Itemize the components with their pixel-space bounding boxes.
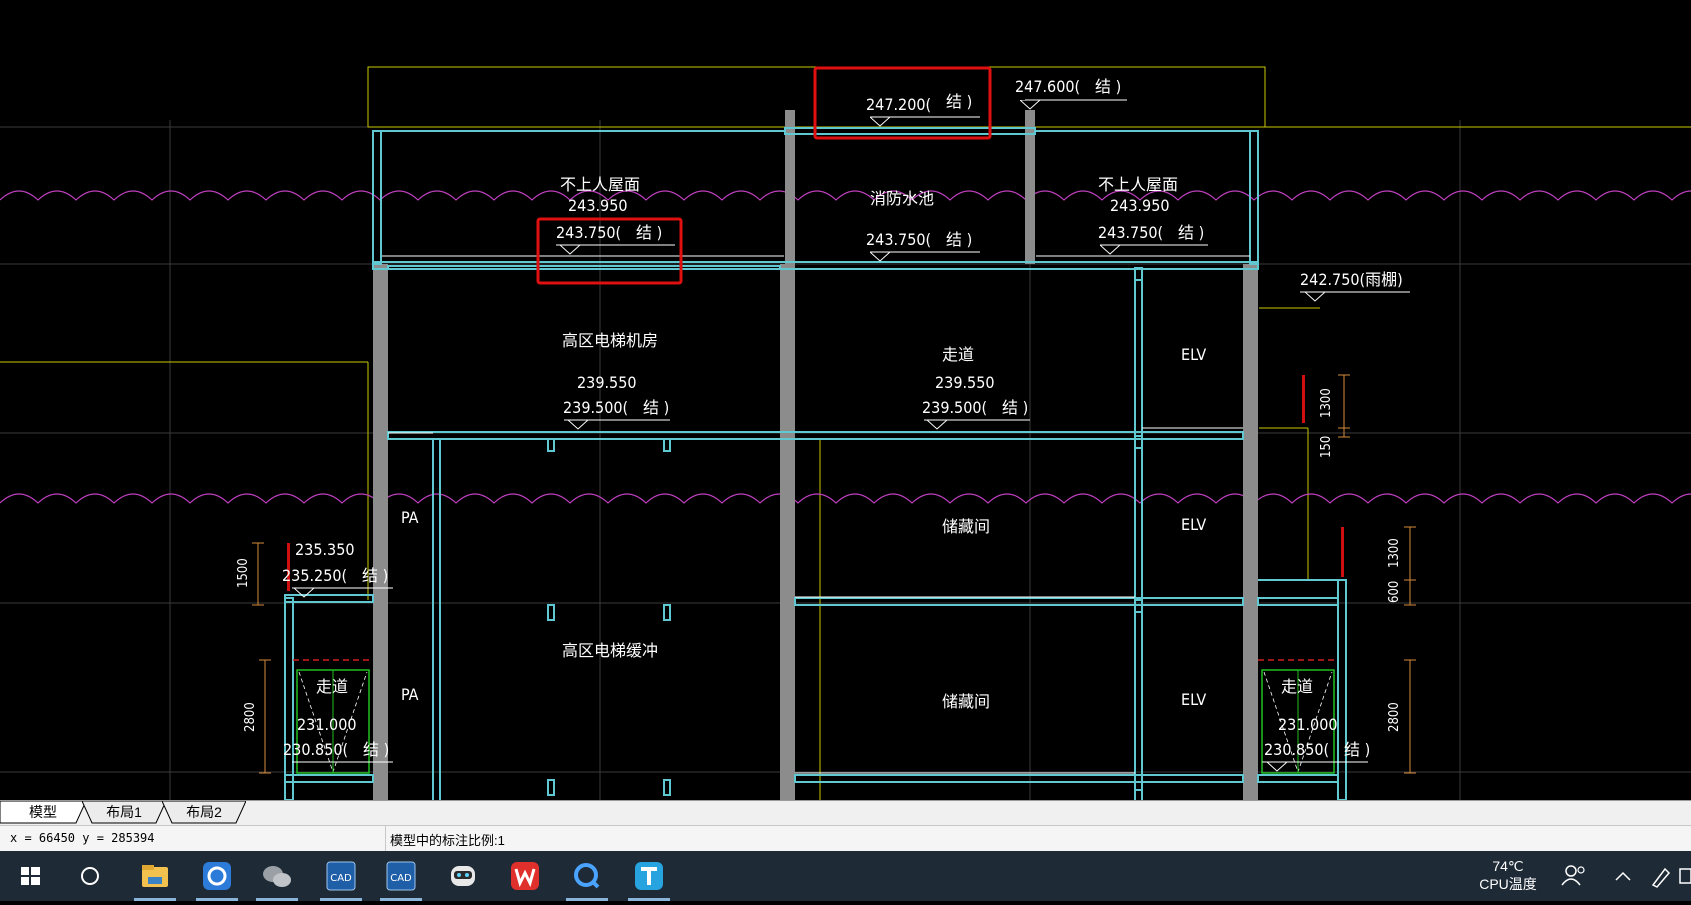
left-struct: 235.250( (282, 566, 347, 585)
dim-1300-lower: 1300 (1387, 538, 1402, 568)
top-mid-suffix: 结 ) (946, 92, 972, 111)
revision-clouds (0, 190, 1691, 504)
machine-suffix: 结 ) (643, 398, 669, 417)
elv-label-1: ELV (1181, 345, 1206, 364)
roof-right-struct: 243.750( (1098, 223, 1163, 242)
roof-right-suffix: 结 ) (1178, 223, 1204, 242)
corridor-upper-struct: 239.500( (922, 398, 987, 417)
qq-search-icon[interactable] (560, 851, 614, 901)
drawing-texts: 不上人屋面 243.950 243.750( 结 ) 消防水池 243.750(… (282, 77, 1403, 759)
pool-struct: 243.750( (866, 230, 931, 249)
storage-label-1: 储藏间 (942, 517, 990, 536)
roof-right-elev: 243.950 (1110, 196, 1170, 215)
corridor-left-struct: 230.850( (283, 740, 348, 759)
corridor-upper-name: 走道 (942, 345, 974, 364)
pa-label-2: PA (401, 685, 419, 704)
pen-icon[interactable] (1645, 851, 1675, 901)
buffer-label: 高区电梯缓冲 (562, 641, 658, 660)
tab-layout1[interactable]: 布局1 (82, 801, 166, 824)
left-elev: 235.350 (295, 540, 355, 559)
storage-label-2: 储藏间 (942, 692, 990, 711)
dim-2800-right: 2800 (1387, 702, 1402, 732)
temperature-value: 74℃ (1492, 858, 1524, 874)
corridor-upper-suffix: 结 ) (1002, 398, 1028, 417)
start-icon[interactable] (3, 851, 57, 901)
pa-label-1: PA (401, 508, 419, 527)
dim-1500: 1500 (236, 558, 251, 588)
people-icon[interactable] (1553, 851, 1593, 901)
cad-icon[interactable]: CAD (314, 851, 368, 901)
machine-struct: 239.500( (563, 398, 628, 417)
corridor-right-name: 走道 (1281, 677, 1313, 696)
machine-room-name: 高区电梯机房 (562, 331, 658, 350)
temperature-label: CPU温度 (1479, 876, 1537, 892)
svg-text:CAD: CAD (330, 873, 352, 884)
input-method-icon[interactable] (1677, 851, 1691, 901)
corridor-right-struct: 230.850( (1264, 740, 1329, 759)
pool-suffix: 结 ) (946, 230, 972, 249)
text-app-icon[interactable] (622, 851, 676, 901)
tab-layout2[interactable]: 布局2 (162, 801, 246, 824)
corridor-left-elev: 231.000 (297, 715, 357, 734)
cpu-temperature[interactable]: 74℃ CPU温度 (1463, 857, 1553, 893)
section-drawing[interactable]: 不上人屋面 243.950 243.750( 结 ) 消防水池 243.750(… (0, 0, 1691, 800)
status-bar: x = 66450 y = 285394 模型中的标注比例:1 (0, 825, 1691, 851)
roof-left-struct: 243.750( (556, 223, 621, 242)
drawing-canvas[interactable]: 不上人屋面 243.950 243.750( 结 ) 消防水池 243.750(… (0, 0, 1691, 800)
dim-150: 150 (1319, 436, 1334, 458)
annotation-scale: 模型中的标注比例:1 (390, 833, 505, 848)
corridor-left-name: 走道 (316, 677, 348, 696)
windows-taskbar: CAD CAD 74℃ CPU温度 (0, 851, 1691, 901)
corridor-right-elev: 231.000 (1278, 715, 1338, 734)
wechat-icon[interactable] (250, 851, 304, 901)
svg-text:CAD: CAD (390, 873, 412, 884)
door-openings (293, 659, 1338, 774)
pool-name: 消防水池 (870, 189, 934, 208)
layout-tab-bar: 模型 布局1 布局2 (0, 800, 1691, 825)
status-divider (385, 826, 386, 851)
canopy-elev: 242.750(雨棚) (1300, 270, 1403, 289)
cad-icon-2[interactable]: CAD (374, 851, 428, 901)
corridor-upper-elev: 239.550 (935, 373, 995, 392)
red-markers (287, 375, 1344, 591)
wps-icon[interactable] (498, 851, 552, 901)
dim-2800-left: 2800 (243, 702, 258, 732)
top-right-suffix: 结 ) (1095, 77, 1121, 96)
qq-browser-icon[interactable] (190, 851, 244, 901)
roof-left-elev: 243.950 (568, 196, 628, 215)
dim-1300-upper: 1300 (1319, 388, 1334, 418)
dimension-lines (252, 374, 1416, 774)
dim-600: 600 (1387, 581, 1402, 603)
file-explorer-icon[interactable] (128, 851, 182, 901)
roof-right-name: 不上人屋面 (1098, 175, 1178, 194)
grid-lines (0, 120, 1691, 800)
top-mid-elev: 247.200( (866, 95, 931, 114)
elv-label-3: ELV (1181, 690, 1206, 709)
chevron-up-icon[interactable] (1605, 851, 1641, 901)
cortana-icon[interactable] (63, 851, 117, 901)
corridor-left-suffix: 结 ) (363, 740, 389, 759)
tab-model[interactable]: 模型 (0, 801, 86, 824)
robot-icon[interactable] (436, 851, 490, 901)
floor-lines (388, 427, 1243, 774)
top-right-elev: 247.600( (1015, 77, 1080, 96)
elevation-markers (294, 100, 1325, 772)
roof-left-name: 不上人屋面 (560, 175, 640, 194)
cursor-coordinates: x = 66450 y = 285394 (10, 831, 155, 845)
machine-elev: 239.550 (577, 373, 637, 392)
elv-label-2: ELV (1181, 515, 1206, 534)
left-suffix: 结 ) (362, 566, 388, 585)
corridor-right-suffix: 结 ) (1344, 740, 1370, 759)
roof-left-suffix: 结 ) (636, 223, 662, 242)
